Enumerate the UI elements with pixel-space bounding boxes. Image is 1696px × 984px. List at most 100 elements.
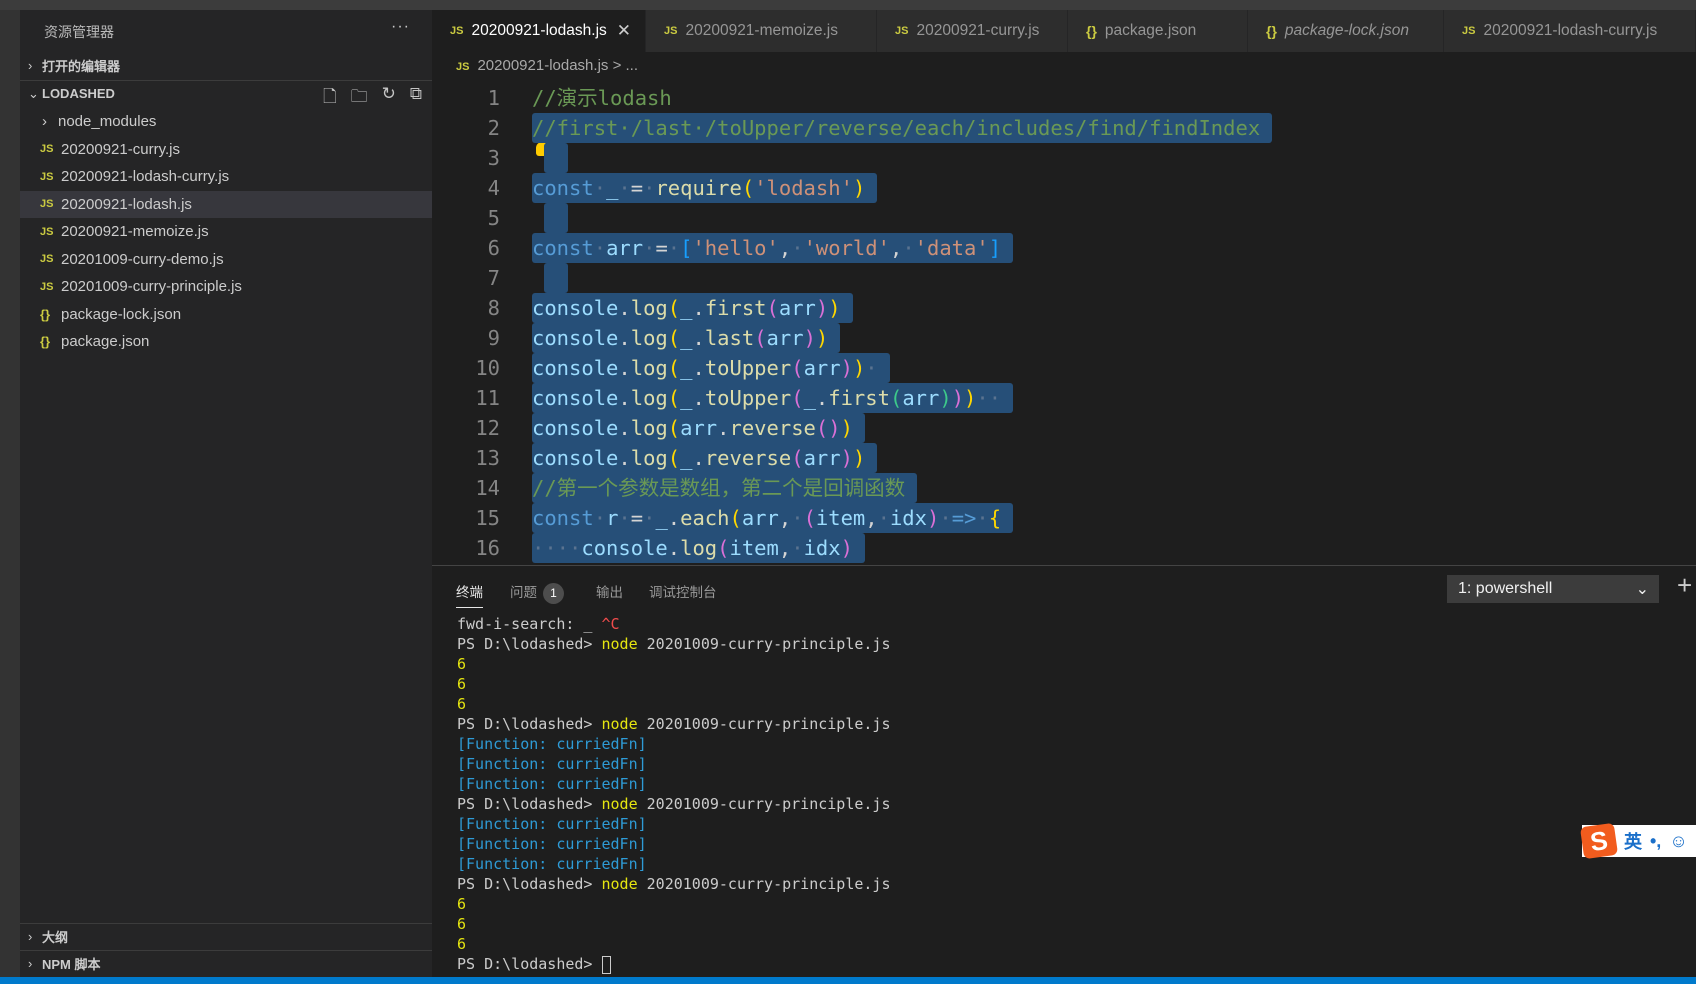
- panel-tab[interactable]: 调试控制台: [649, 581, 717, 601]
- code-token: .: [692, 326, 705, 350]
- file-item[interactable]: JS 20200921-curry.js: [20, 136, 432, 164]
- file-item[interactable]: JS 20201009-curry-principle.js: [20, 273, 432, 301]
- code-line[interactable]: [544, 143, 568, 173]
- explorer-sidebar: 资源管理器 ··· › 打开的编辑器 ⌄ LODASHED 🗋 🗀 ↻ ⧉ › node_m…: [20, 10, 432, 977]
- tab[interactable]: JS 20200921-memoize.js: [646, 10, 877, 52]
- panel-tab[interactable]: 终端: [456, 581, 483, 608]
- code-line[interactable]: const·r·=·_.each(arr,·(item,·idx)·=>·{: [532, 503, 1014, 533]
- code-token: arr: [680, 416, 718, 440]
- code-line[interactable]: //第一个参数是数组，第二个是回调函数: [532, 473, 918, 503]
- file-item[interactable]: JS 20200921-lodash.js: [20, 190, 432, 218]
- file-item[interactable]: {} package.json: [20, 328, 432, 356]
- new-terminal-icon[interactable]: +: [1677, 570, 1692, 601]
- breadcrumb-rest[interactable]: > ...: [608, 57, 638, 74]
- tab[interactable]: {} package-lock.json: [1248, 10, 1444, 52]
- terminal-text: 20201009-curry-principle.js: [637, 635, 891, 653]
- section-label: 大纲: [42, 930, 69, 945]
- code-token: console: [532, 386, 619, 410]
- code-line[interactable]: console.log(arr.reverse()): [532, 413, 865, 443]
- folder-section-lodashed[interactable]: ⌄ LODASHED 🗋 🗀 ↻ ⧉: [20, 80, 432, 106]
- outline-section[interactable]: › 大纲: [20, 923, 432, 949]
- js-file-icon: JS: [450, 25, 464, 37]
- file-item[interactable]: JS 20200921-memoize.js: [20, 218, 432, 246]
- chevron-right-icon: ›: [28, 57, 33, 73]
- terminal-line: 6: [457, 674, 891, 694]
- code-line[interactable]: console.log(_.toUpper(arr))·: [532, 353, 890, 383]
- code-line[interactable]: console.log(_.last(arr)): [532, 323, 841, 353]
- code-token: .: [618, 296, 631, 320]
- terminal-line: PS D:\lodashed> node 20201009-curry-prin…: [457, 874, 891, 894]
- code-token: last: [704, 326, 755, 350]
- code-token: reverse: [729, 416, 816, 440]
- breadcrumb-file[interactable]: 20200921-lodash.js: [477, 57, 608, 74]
- file-item[interactable]: JS 20200921-lodash-curry.js: [20, 163, 432, 191]
- code-token: .: [815, 386, 829, 410]
- code-line[interactable]: console.log(_.toUpper(_.first(arr)))··: [532, 383, 1014, 413]
- code-token: (: [667, 446, 681, 470]
- code-line[interactable]: [544, 263, 568, 293]
- terminal-text: [Function: curriedFn]: [457, 735, 647, 753]
- terminal-selector[interactable]: 1: powershell ⌄: [1447, 575, 1659, 603]
- panel-tab[interactable]: 问题 1: [510, 581, 564, 604]
- code-line[interactable]: console.log(_.reverse(arr)): [532, 443, 878, 473]
- file-item[interactable]: {} package-lock.json: [20, 301, 432, 329]
- tab[interactable]: JS 20200921-lodash-curry.js: [1444, 10, 1696, 52]
- tab[interactable]: JS 20200921-lodash.js ✕: [432, 10, 646, 52]
- line-number: 8: [487, 296, 500, 320]
- code-line[interactable]: const·arr·=·['hello',·'world',·'data']: [532, 233, 1014, 263]
- tab[interactable]: {} package.json: [1068, 10, 1248, 52]
- panel-tab[interactable]: 输出: [596, 581, 623, 601]
- terminal-text: node: [601, 715, 638, 733]
- chevron-right-icon: ›: [28, 929, 33, 944]
- ime-language[interactable]: 英: [1624, 828, 1642, 854]
- file-item[interactable]: › node_modules: [20, 108, 432, 136]
- ime-toolbar[interactable]: S 英 •, ☺: [1579, 822, 1696, 860]
- file-item[interactable]: JS 20201009-curry-demo.js: [20, 246, 432, 274]
- breadcrumb[interactable]: JS 20200921-lodash.js > ...: [456, 57, 638, 74]
- line-number: 16: [475, 536, 500, 560]
- code-token: .: [667, 536, 681, 560]
- code-token: (: [791, 356, 804, 380]
- code-line[interactable]: const·_·=·require('lodash'): [532, 173, 878, 203]
- terminal-text: fwd-i-search: _: [457, 615, 602, 633]
- code-token: ): [939, 386, 952, 410]
- code-line[interactable]: //first·/last·/toUpper/reverse/each/incl…: [532, 113, 1273, 143]
- terminal-text: 6: [457, 915, 467, 933]
- tab[interactable]: JS 20200921-curry.js: [877, 10, 1068, 52]
- code-token: arr: [902, 386, 940, 410]
- code-token: (: [667, 416, 681, 440]
- code-line[interactable]: //演示lodash: [532, 83, 672, 113]
- section-label: LODASHED: [42, 86, 115, 101]
- code-line[interactable]: ····console.log(item,·idx): [532, 533, 865, 563]
- code-editor[interactable]: 1 //演示lodash 2 //first·/last·/toUpper/rever…: [432, 80, 1696, 564]
- code-token: .: [618, 356, 631, 380]
- code-line[interactable]: [544, 203, 568, 233]
- terminal-line: [Function: curriedFn]: [457, 774, 891, 794]
- line-number: 13: [475, 446, 500, 470]
- open-editors-section[interactable]: › 打开的编辑器: [20, 52, 432, 78]
- terminal-output[interactable]: fwd-i-search: _ ^C PS D:\lodashed> node 2…: [457, 614, 891, 974]
- terminal-text: PS D:\lodashed>: [457, 635, 602, 653]
- code-line[interactable]: console.log(_.first(arr)): [532, 293, 853, 323]
- code-token: ·: [877, 506, 890, 530]
- close-icon[interactable]: ✕: [617, 21, 631, 41]
- code-token: 'lodash': [754, 176, 853, 200]
- terminal-line: [Function: curriedFn]: [457, 734, 891, 754]
- code-token: arr: [803, 446, 841, 470]
- npm-scripts-section[interactable]: › NPM 脚本: [20, 950, 432, 976]
- line-number: 10: [475, 356, 500, 380]
- code-token: arr: [606, 236, 644, 260]
- code-token: ): [951, 386, 965, 410]
- problems-count-badge: 1: [543, 583, 564, 604]
- title-bar: [0, 0, 1696, 10]
- code-token: ·: [791, 236, 804, 260]
- terminal-text: PS D:\lodashed>: [457, 795, 602, 813]
- code-token: .: [692, 356, 705, 380]
- terminal-line: 6: [457, 654, 891, 674]
- more-actions-icon[interactable]: ···: [391, 18, 410, 36]
- code-token: console: [532, 416, 619, 440]
- terminal-text: [Function: curriedFn]: [457, 855, 647, 873]
- ime-punctuation[interactable]: •,: [1650, 831, 1661, 852]
- emoji-icon[interactable]: ☺: [1669, 831, 1687, 852]
